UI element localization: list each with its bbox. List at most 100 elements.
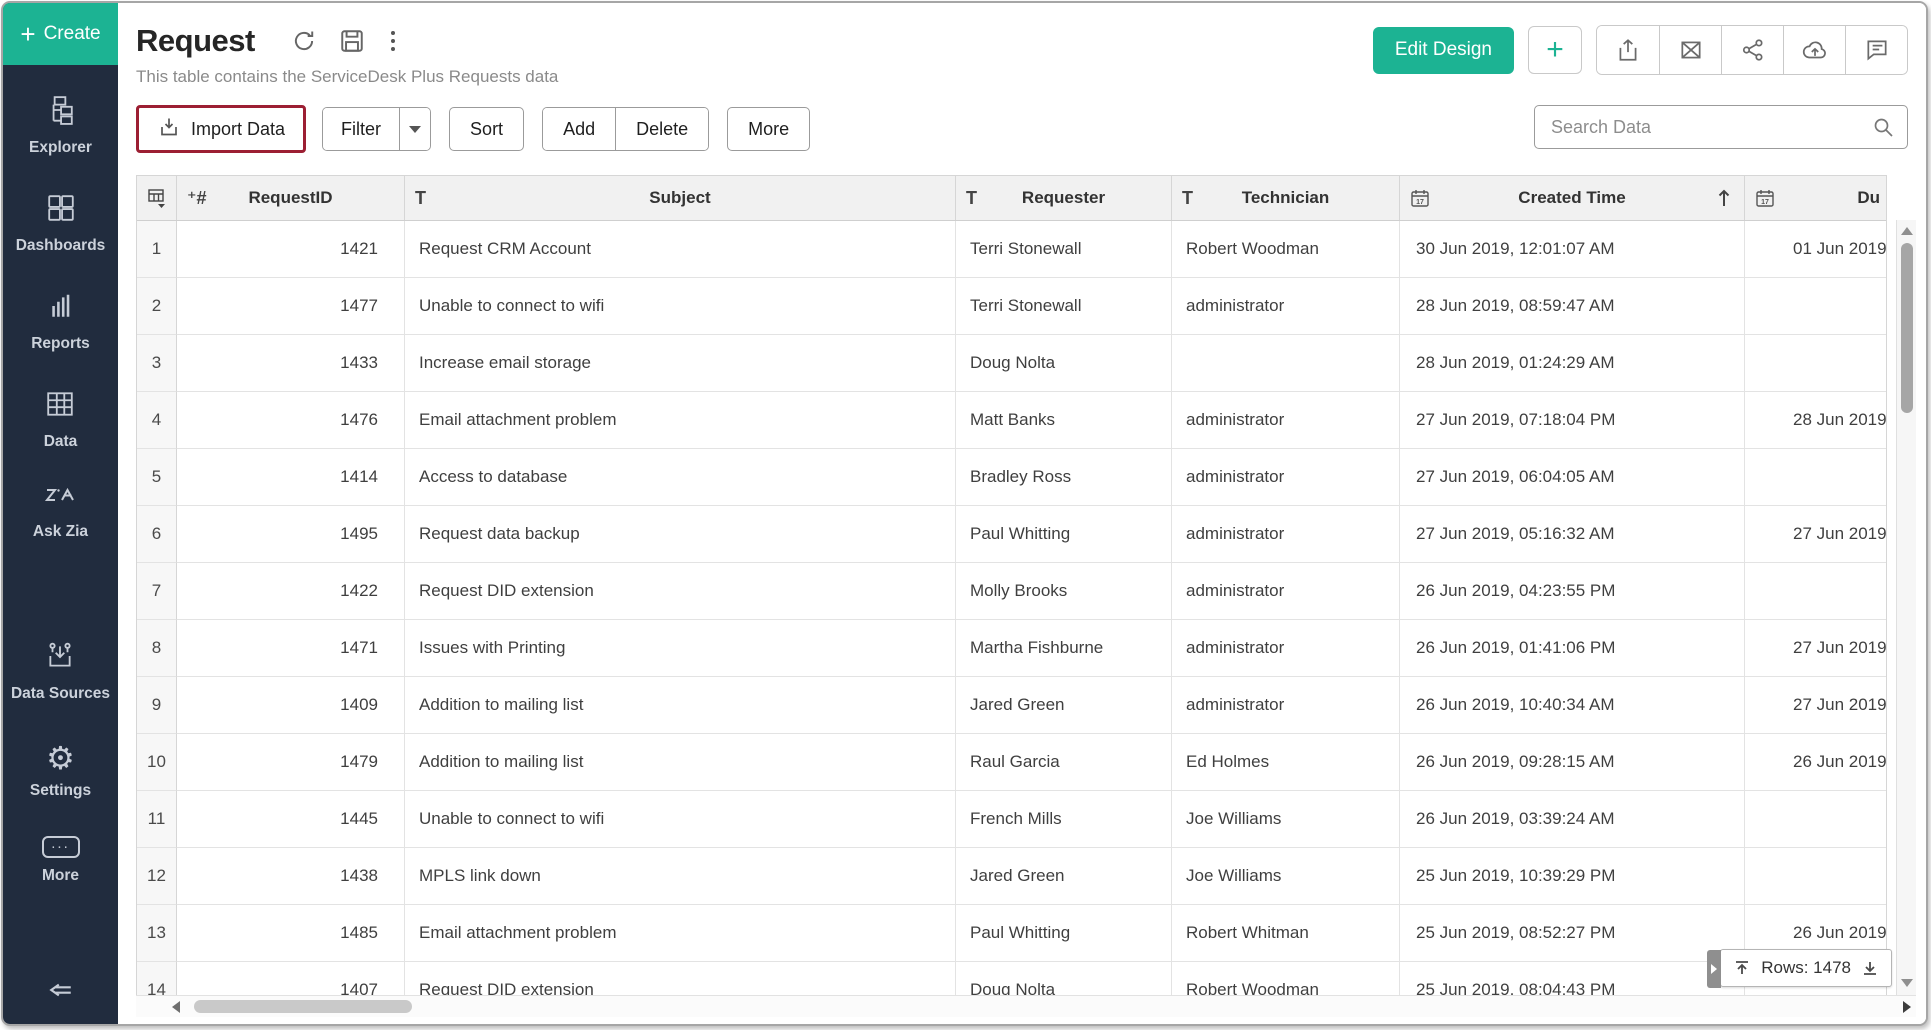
cell-rownum[interactable]: 2	[137, 278, 177, 335]
save-icon[interactable]	[339, 28, 365, 54]
table-row[interactable]: 41476Email attachment problemMatt Banksa…	[137, 392, 1886, 449]
cell-dueby[interactable]	[1745, 278, 1887, 335]
go-to-top-icon[interactable]	[1733, 959, 1751, 977]
cell-requester[interactable]: Matt Banks	[956, 392, 1172, 449]
delete-button[interactable]: Delete	[615, 108, 708, 150]
cell-created[interactable]: 26 Jun 2019, 01:41:06 PM	[1400, 620, 1745, 677]
cell-technician[interactable]: administrator	[1172, 278, 1400, 335]
cell-requestid[interactable]: 1438	[177, 848, 405, 905]
edit-design-button[interactable]: Edit Design	[1373, 27, 1514, 74]
cell-dueby[interactable]	[1745, 563, 1887, 620]
cell-dueby[interactable]	[1745, 449, 1887, 506]
horizontal-scrollbar-thumb[interactable]	[194, 1000, 412, 1013]
vertical-scrollbar-thumb[interactable]	[1901, 243, 1913, 413]
cell-requestid[interactable]: 1471	[177, 620, 405, 677]
cell-requester[interactable]: French Mills	[956, 791, 1172, 848]
table-row[interactable]: 91409Addition to mailing listJared Green…	[137, 677, 1886, 734]
cell-technician[interactable]: administrator	[1172, 449, 1400, 506]
table-row[interactable]: 31433Increase email storageDoug Nolta28 …	[137, 335, 1886, 392]
cell-subject[interactable]: Email attachment problem	[405, 392, 956, 449]
cell-dueby[interactable]: 27 Jun 2019, 0	[1745, 677, 1887, 734]
email-button[interactable]	[1659, 26, 1721, 74]
cell-subject[interactable]: Unable to connect to wifi	[405, 278, 956, 335]
cell-created[interactable]: 27 Jun 2019, 05:16:32 AM	[1400, 506, 1745, 563]
collapse-sidebar-button[interactable]	[46, 977, 76, 1008]
cell-subject[interactable]: Addition to mailing list	[405, 734, 956, 791]
column-header-subject[interactable]: T Subject	[405, 176, 956, 220]
table-row[interactable]: 11421Request CRM AccountTerri StonewallR…	[137, 221, 1886, 278]
cell-dueby[interactable]	[1745, 848, 1887, 905]
cell-requester[interactable]: Raul Garcia	[956, 734, 1172, 791]
sidebar-item-dashboards[interactable]: Dashboards	[16, 193, 106, 255]
cell-rownum[interactable]: 7	[137, 563, 177, 620]
refresh-button[interactable]	[291, 28, 317, 54]
cell-requester[interactable]: Martha Fishburne	[956, 620, 1172, 677]
cell-subject[interactable]: Issues with Printing	[405, 620, 956, 677]
cell-created[interactable]: 30 Jun 2019, 12:01:07 AM	[1400, 221, 1745, 278]
cell-rownum[interactable]: 12	[137, 848, 177, 905]
cell-subject[interactable]: MPLS link down	[405, 848, 956, 905]
cell-dueby[interactable]	[1745, 791, 1887, 848]
cell-created[interactable]: 26 Jun 2019, 09:28:15 AM	[1400, 734, 1745, 791]
cell-rownum[interactable]: 9	[137, 677, 177, 734]
cell-dueby[interactable]	[1745, 335, 1887, 392]
scroll-down-arrow[interactable]	[1901, 979, 1913, 987]
cell-created[interactable]: 25 Jun 2019, 10:39:29 PM	[1400, 848, 1745, 905]
cell-technician[interactable]: Robert Woodman	[1172, 221, 1400, 278]
cell-requester[interactable]: Terri Stonewall	[956, 221, 1172, 278]
cell-requester[interactable]: Paul Whitting	[956, 905, 1172, 962]
cell-rownum[interactable]: 11	[137, 791, 177, 848]
cell-dueby[interactable]: 26 Jun 2019, 0	[1745, 734, 1887, 791]
cell-subject[interactable]: Addition to mailing list	[405, 677, 956, 734]
table-row[interactable]: 21477Unable to connect to wifiTerri Ston…	[137, 278, 1886, 335]
cell-technician[interactable]: Joe Williams	[1172, 791, 1400, 848]
cell-created[interactable]: 28 Jun 2019, 01:24:29 AM	[1400, 335, 1745, 392]
vertical-scrollbar[interactable]	[1896, 220, 1916, 995]
comment-button[interactable]	[1845, 26, 1907, 74]
cell-subject[interactable]: Unable to connect to wifi	[405, 791, 956, 848]
table-row[interactable]: 81471Issues with PrintingMartha Fishburn…	[137, 620, 1886, 677]
cell-created[interactable]: 26 Jun 2019, 10:40:34 AM	[1400, 677, 1745, 734]
column-header-requester[interactable]: T Requester	[956, 176, 1172, 220]
cell-requester[interactable]: Molly Brooks	[956, 563, 1172, 620]
cell-created[interactable]: 28 Jun 2019, 08:59:47 AM	[1400, 278, 1745, 335]
cell-requestid[interactable]: 1477	[177, 278, 405, 335]
cell-subject[interactable]: Request data backup	[405, 506, 956, 563]
publish-cloud-button[interactable]	[1783, 26, 1845, 74]
cell-technician[interactable]: administrator	[1172, 563, 1400, 620]
cell-technician[interactable]: administrator	[1172, 620, 1400, 677]
cell-created[interactable]: 27 Jun 2019, 06:04:05 AM	[1400, 449, 1745, 506]
table-row[interactable]: 101479Addition to mailing listRaul Garci…	[137, 734, 1886, 791]
table-row[interactable]: 131485Email attachment problemPaul Whitt…	[137, 905, 1886, 962]
cell-subject[interactable]: Access to database	[405, 449, 956, 506]
cell-rownum[interactable]: 4	[137, 392, 177, 449]
cell-created[interactable]: 26 Jun 2019, 04:23:55 PM	[1400, 563, 1745, 620]
cell-rownum[interactable]: 3	[137, 335, 177, 392]
scroll-up-arrow[interactable]	[1901, 227, 1913, 235]
cell-requestid[interactable]: 1479	[177, 734, 405, 791]
cell-rownum[interactable]: 6	[137, 506, 177, 563]
go-to-bottom-icon[interactable]	[1861, 959, 1879, 977]
cell-rownum[interactable]: 10	[137, 734, 177, 791]
cell-requestid[interactable]: 1485	[177, 905, 405, 962]
cell-created[interactable]: 25 Jun 2019, 08:52:27 PM	[1400, 905, 1745, 962]
add-button[interactable]: Add	[543, 108, 615, 150]
sidebar-item-settings[interactable]: ⚙ Settings	[30, 743, 91, 800]
cell-technician[interactable]	[1172, 335, 1400, 392]
sidebar-item-explorer[interactable]: Explorer	[29, 95, 92, 157]
create-button[interactable]: + Create	[3, 3, 118, 65]
cell-dueby[interactable]: 27 Jun 2019, 0	[1745, 620, 1887, 677]
sort-button[interactable]: Sort	[449, 107, 524, 151]
cell-dueby[interactable]: 01 Jun 2019, 1	[1745, 221, 1887, 278]
cell-requester[interactable]: Bradley Ross	[956, 449, 1172, 506]
sidebar-item-more[interactable]: ... More	[42, 836, 80, 885]
scroll-right-arrow[interactable]	[1903, 1001, 1911, 1013]
add-new-button[interactable]: +	[1528, 26, 1582, 74]
cell-subject[interactable]: Request CRM Account	[405, 221, 956, 278]
cell-technician[interactable]: Ed Holmes	[1172, 734, 1400, 791]
badge-collapse-arrow[interactable]	[1707, 950, 1721, 988]
cell-requester[interactable]: Terri Stonewall	[956, 278, 1172, 335]
search-input[interactable]	[1535, 117, 1871, 138]
share-button[interactable]	[1721, 26, 1783, 74]
cell-dueby[interactable]: 28 Jun 2019, 0	[1745, 392, 1887, 449]
